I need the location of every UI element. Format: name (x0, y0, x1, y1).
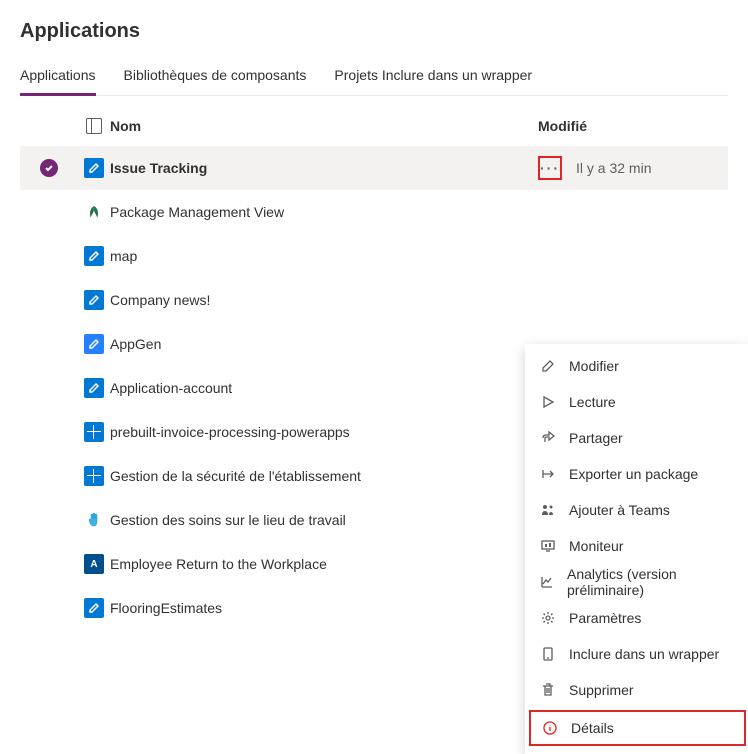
menu-item-export[interactable]: Exporter un package (525, 456, 748, 492)
more-actions-button[interactable]: ··· (538, 156, 562, 180)
table-row[interactable]: Issue Tracking ··· Il y a 32 min (20, 146, 728, 190)
menu-label: Supprimer (569, 682, 634, 698)
tab-component-libraries[interactable]: Bibliothèques de composants (124, 67, 307, 96)
table-row[interactable]: Package Management View (20, 190, 728, 234)
table-row[interactable]: Company news! (20, 278, 728, 322)
menu-label: Inclure dans un wrapper (569, 646, 719, 662)
menu-label: Détails (571, 720, 614, 736)
analytics-icon (539, 574, 555, 590)
app-icon (84, 334, 104, 354)
edit-icon (539, 358, 557, 374)
app-icon (84, 422, 104, 442)
column-header-modified[interactable]: Modifié (538, 118, 728, 134)
menu-item-wrapper[interactable]: Inclure dans un wrapper (525, 636, 748, 672)
app-icon (84, 290, 104, 310)
app-icon (84, 202, 104, 222)
tab-wrapper-projects[interactable]: Projets Inclure dans un wrapper (334, 67, 532, 96)
app-name: Gestion des soins sur le lieu de travail (110, 512, 538, 528)
modified-text: Il y a 32 min (576, 160, 651, 176)
menu-item-details[interactable]: Détails (529, 710, 746, 746)
info-icon (541, 720, 559, 736)
app-icon (84, 378, 104, 398)
app-name: Company news! (110, 292, 538, 308)
checkmark-icon[interactable] (40, 159, 58, 177)
menu-label: Exporter un package (569, 466, 698, 482)
menu-label: Modifier (569, 358, 619, 374)
app-icon (84, 466, 104, 486)
app-name: Gestion de la sécurité de l'établissemen… (110, 468, 538, 484)
app-name: map (110, 248, 538, 264)
play-icon (539, 394, 557, 410)
app-name: Issue Tracking (110, 160, 538, 176)
app-icon: A (84, 554, 104, 574)
app-name: Employee Return to the Workplace (110, 556, 538, 572)
wrapper-icon (539, 646, 557, 662)
menu-label: Partager (569, 430, 623, 446)
menu-item-play[interactable]: Lecture (525, 384, 748, 420)
tab-applications[interactable]: Applications (20, 67, 96, 96)
menu-item-monitor[interactable]: Moniteur (525, 528, 748, 564)
app-icon (84, 598, 104, 618)
menu-label: Lecture (569, 394, 616, 410)
share-icon (539, 430, 557, 446)
app-name: prebuilt-invoice-processing-powerapps (110, 424, 538, 440)
menu-label: Paramètres (569, 610, 641, 626)
monitor-icon (539, 538, 557, 554)
app-name: FlooringEstimates (110, 600, 538, 616)
menu-label: Analytics (version préliminaire) (567, 566, 736, 598)
app-name: Application-account (110, 380, 538, 396)
app-icon (84, 158, 104, 178)
app-icon (84, 246, 104, 266)
menu-label: Moniteur (569, 538, 623, 554)
context-menu: Modifier Lecture Partager Exporter un pa… (525, 344, 748, 754)
menu-item-share[interactable]: Partager (525, 420, 748, 456)
menu-item-teams[interactable]: Ajouter à Teams (525, 492, 748, 528)
settings-icon (539, 610, 557, 626)
app-icon (84, 510, 104, 530)
table-row[interactable]: map (20, 234, 728, 278)
teams-icon (539, 502, 557, 518)
app-name: Package Management View (110, 204, 538, 220)
column-header-name[interactable]: Nom (110, 118, 538, 134)
menu-item-delete[interactable]: Supprimer (525, 672, 748, 708)
menu-item-edit[interactable]: Modifier (525, 348, 748, 384)
table-header: Nom Modifié (20, 106, 728, 146)
export-icon (539, 466, 557, 482)
page-title: Applications (20, 20, 728, 43)
menu-label: Ajouter à Teams (569, 502, 670, 518)
tabs: Applications Bibliothèques de composants… (20, 67, 728, 96)
view-options-icon[interactable] (86, 118, 102, 134)
menu-item-analytics[interactable]: Analytics (version préliminaire) (525, 564, 748, 600)
delete-icon (539, 682, 557, 698)
menu-item-settings[interactable]: Paramètres (525, 600, 748, 636)
app-name: AppGen (110, 336, 538, 352)
